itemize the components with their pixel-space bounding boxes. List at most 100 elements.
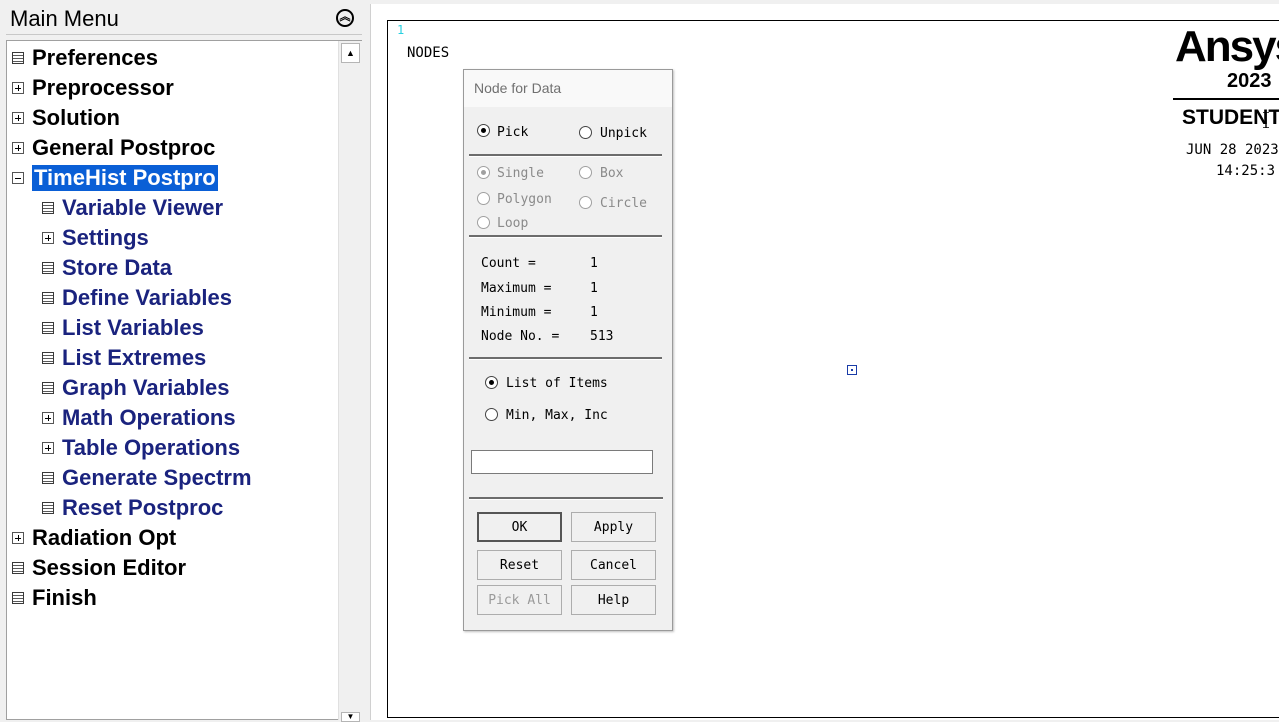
expand-plus-icon[interactable] [12,142,24,154]
tree-item-generate-spectrm[interactable]: Generate Spectrm [42,463,252,493]
tree-item-label: Settings [62,225,149,250]
node-no-value: 513 [590,329,614,344]
tree-item-session-editor[interactable]: Session Editor [12,553,186,583]
tree-item-list-variables[interactable]: List Variables [42,313,204,343]
window-number: 1 [397,23,405,37]
tree-item-label: Math Operations [62,405,236,430]
tree-scrollbar[interactable] [338,41,362,720]
single-radio[interactable] [477,166,490,179]
dialog-divider [469,497,663,500]
reset-button[interactable]: Reset [477,550,562,580]
pick-all-button[interactable]: Pick All [477,585,562,615]
tree-item-label: Graph Variables [62,375,230,400]
scroll-down-arrow-icon[interactable]: ▼ [341,712,360,722]
tree-item-label: Table Operations [62,435,241,460]
expand-plus-icon[interactable] [42,232,54,244]
tree-item-label: General Postproc [32,135,216,160]
unpick-radio[interactable] [579,126,592,139]
circle-radio[interactable] [579,196,592,209]
box-radio[interactable] [579,166,592,179]
tree-item-variable-viewer[interactable]: Variable Viewer [42,193,223,223]
maximum-label: Maximum = [481,281,552,296]
tree-item-label: TimeHist Postpro [32,165,218,191]
help-button[interactable]: Help [571,585,656,615]
tree-item-label: Store Data [62,255,173,280]
ok-button[interactable]: OK [477,512,562,542]
cancel-button[interactable]: Cancel [571,550,656,580]
expand-plus-icon[interactable] [12,532,24,544]
collapse-minus-icon[interactable] [12,172,24,184]
calculator-icon [42,352,54,364]
tree-item-label: Variable Viewer [62,195,224,220]
tree-item-label: List Variables [62,315,204,340]
collapse-menu-icon[interactable]: ︽ [336,9,354,27]
tree-item-settings[interactable]: Settings [42,223,149,253]
tree-item-graph-variables[interactable]: Graph Variables [42,373,230,403]
node-entry-input[interactable] [471,450,653,474]
tree-item-label: Reset Postproc [62,495,224,520]
tree-item-solution[interactable]: Solution [12,103,120,133]
tree-item-store-data[interactable]: Store Data [42,253,172,283]
dialog-divider [469,154,662,157]
list-of-items-label: List of Items [506,376,608,391]
loop-label: Loop [497,216,529,231]
tree-item-radiation-opt[interactable]: Radiation Opt [12,523,176,553]
plot-time: 14:25:3 [1216,163,1276,179]
text-cursor-icon [1263,112,1269,128]
plot-label: NODES [407,45,450,61]
logo-divider [1173,98,1279,100]
ansys-logo: Ansys [1175,22,1279,71]
tree-item-label: Define Variables [62,285,232,310]
expand-plus-icon[interactable] [42,442,54,454]
tree-item-label: Finish [32,585,97,610]
expand-plus-icon[interactable] [42,412,54,424]
minimum-label: Minimum = [481,305,552,320]
node-no-label: Node No. = [481,329,560,344]
tree-item-reset-postproc[interactable]: Reset Postproc [42,493,223,523]
polygon-radio[interactable] [477,192,490,205]
node-marker-icon[interactable] [847,365,857,375]
tree-item-define-variables[interactable]: Define Variables [42,283,232,313]
ansys-version-year: 2023 [1227,70,1272,92]
circle-label: Circle [600,196,647,211]
pick-radio[interactable] [477,124,490,137]
calculator-icon [42,292,54,304]
pick-label: Pick [497,125,529,140]
dialog-divider [469,357,662,360]
plot-date: JUN 28 2023 [1186,142,1279,158]
tree-item-timehist-postpro[interactable]: TimeHist Postpro [12,163,218,193]
tree-item-preprocessor[interactable]: Preprocessor [12,73,174,103]
tree-item-label: Generate Spectrm [62,465,252,490]
main-menu-title: Main Menu [10,6,119,31]
calculator-icon [12,52,24,64]
tree-item-list-extremes[interactable]: List Extremes [42,343,206,373]
apply-button[interactable]: Apply [571,512,656,542]
minimum-value: 1 [590,305,598,320]
calculator-icon [42,382,54,394]
list-of-items-radio[interactable] [485,376,498,389]
expand-plus-icon[interactable] [12,112,24,124]
tree-item-label: List Extremes [62,345,207,370]
tree-item-finish[interactable]: Finish [12,583,97,613]
tree-item-general-postproc[interactable]: General Postproc [12,133,215,163]
scroll-up-arrow-icon[interactable]: ▲ [341,43,360,63]
tree-item-label: Radiation Opt [32,525,177,550]
unpick-label: Unpick [600,126,647,141]
min-max-inc-radio[interactable] [485,408,498,421]
tree-item-label: Preprocessor [32,75,174,100]
calculator-icon [12,562,24,574]
expand-plus-icon[interactable] [12,82,24,94]
tree-item-preferences[interactable]: Preferences [12,43,158,73]
loop-radio[interactable] [477,216,490,229]
dialog-divider [469,235,662,238]
tree-item-label: Preferences [32,45,158,70]
tree-item-table-operations[interactable]: Table Operations [42,433,240,463]
tree-item-math-operations[interactable]: Math Operations [42,403,236,433]
tree-item-label: Session Editor [32,555,187,580]
min-max-inc-label: Min, Max, Inc [506,408,608,423]
calculator-icon [42,262,54,274]
box-label: Box [600,166,624,181]
maximum-value: 1 [590,281,598,296]
tree-item-label: Solution [32,105,120,130]
dialog-title: Node for Data [474,80,562,96]
